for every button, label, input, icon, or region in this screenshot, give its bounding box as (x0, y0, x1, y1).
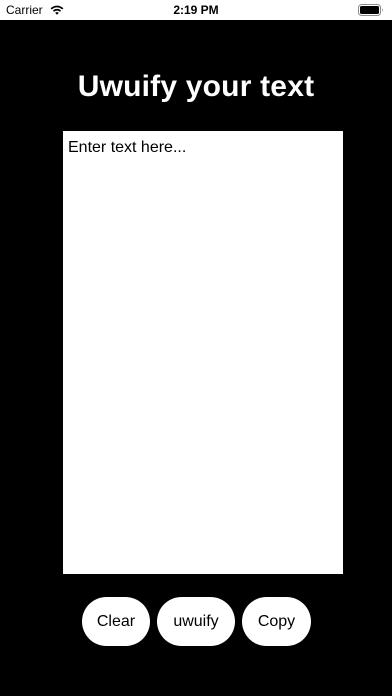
uwuify-button[interactable]: uwuify (157, 597, 235, 646)
status-time: 2:19 PM (173, 3, 219, 17)
clear-button[interactable]: Clear (82, 597, 150, 646)
copy-button[interactable]: Copy (242, 597, 311, 646)
battery-icon (358, 4, 383, 16)
text-input[interactable] (63, 131, 343, 574)
page-title: Uwuify your text (77, 70, 315, 103)
status-bar: Carrier 2:19 PM (0, 0, 392, 20)
app-screen: Carrier 2:19 PM Uwuify your text Clear u… (0, 0, 392, 696)
